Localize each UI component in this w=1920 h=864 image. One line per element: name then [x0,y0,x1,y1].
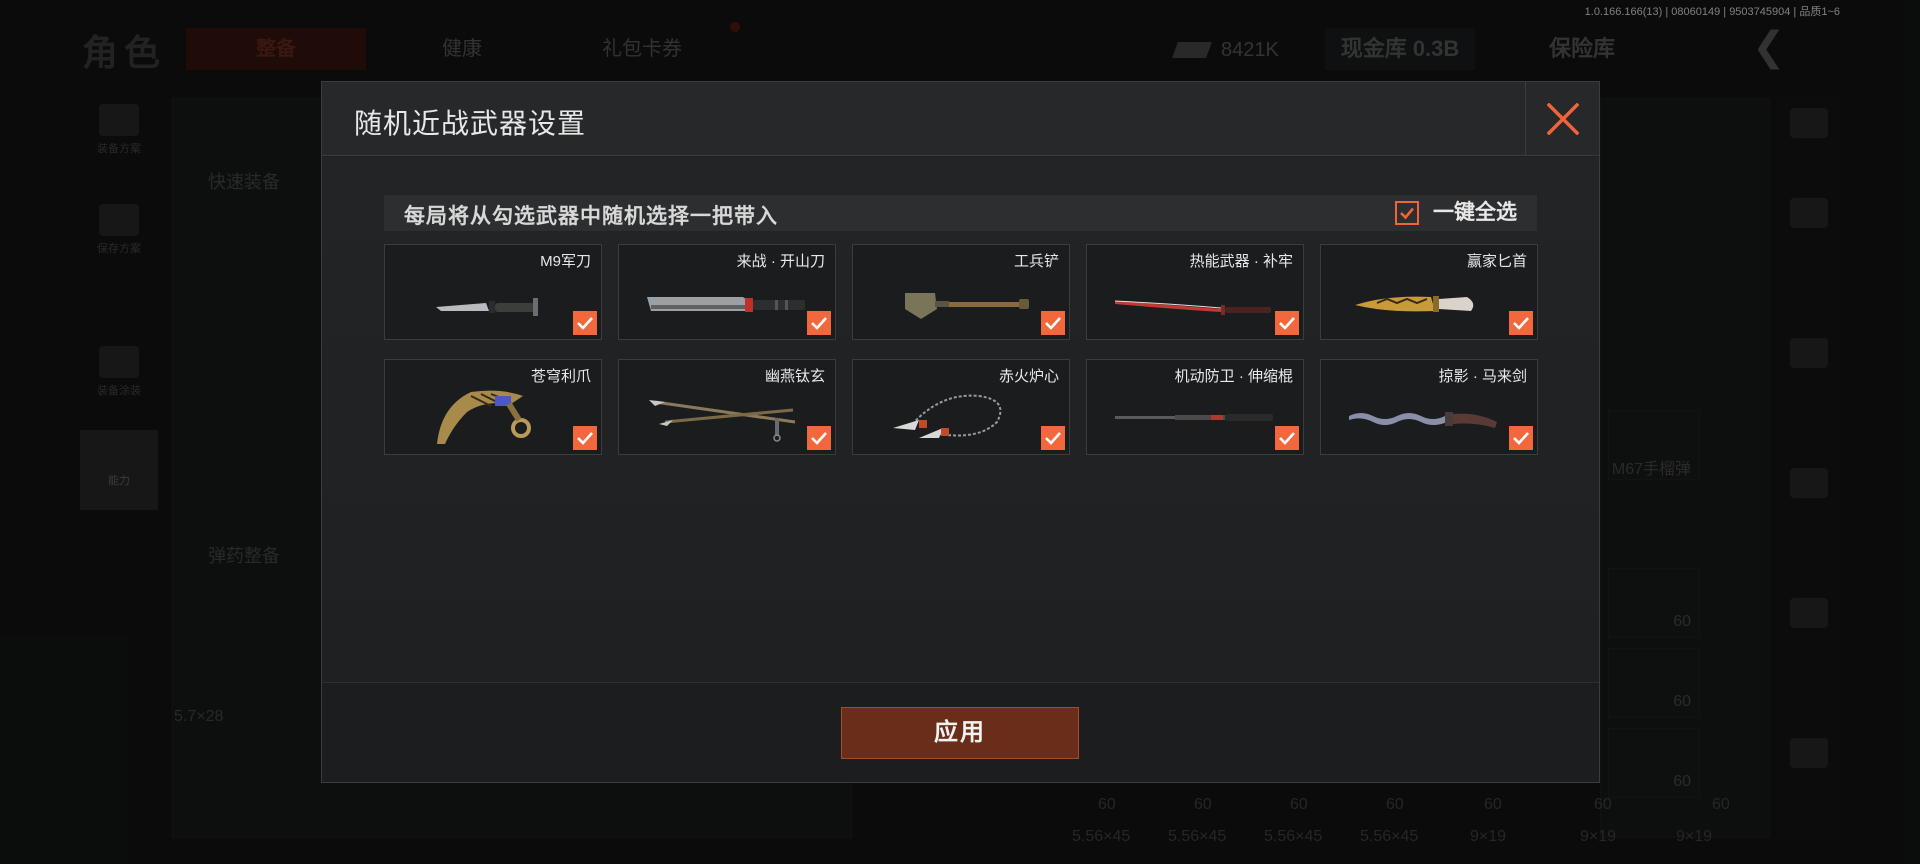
twin-spear-icon [649,400,796,442]
checkmark-icon [1045,317,1061,330]
checkmark-icon [811,317,827,330]
weapon-checkbox[interactable] [1275,426,1299,450]
karambit-icon [437,390,531,444]
weapon-checkbox[interactable] [1509,426,1533,450]
katana-icon [1114,300,1271,315]
weapon-card-fire-core[interactable]: 赤火炉心 [852,359,1070,455]
baton-icon [1115,414,1273,421]
weapon-checkbox[interactable] [1275,311,1299,335]
checkmark-icon [577,432,593,445]
weapon-card-m9[interactable]: M9军刀 [384,244,602,340]
checkmark-icon [1400,207,1414,220]
dialog-header: 随机近战武器设置 [322,82,1599,156]
apply-button[interactable]: 应用 [841,707,1079,759]
random-melee-dialog: 随机近战武器设置 每局将从勾选武器中随机选择一把带入 一键全选 M9军刀 来战 … [321,81,1600,783]
weapon-card-machete[interactable]: 来战 · 开山刀 [618,244,836,340]
weapon-checkbox[interactable] [573,311,597,335]
select-all-label: 一键全选 [1433,201,1517,224]
checkmark-icon [1513,432,1529,445]
weapon-card-shovel[interactable]: 工兵铲 [852,244,1070,340]
bayonet-knife-icon [436,298,538,316]
close-button[interactable] [1525,82,1599,156]
kris-sword-icon [1349,412,1497,428]
checkmark-icon [1279,317,1295,330]
weapon-card-thermal-katana[interactable]: 热能武器 · 补牢 [1086,244,1304,340]
info-bar: 每局将从勾选武器中随机选择一把带入 一键全选 [384,195,1537,231]
weapon-card-winner-dagger[interactable]: 赢家匕首 [1320,244,1538,340]
select-all-checkbox[interactable] [1395,201,1419,225]
checkmark-icon [1279,432,1295,445]
weapon-card-sky-claw[interactable]: 苍穹利爪 [384,359,602,455]
info-text: 每局将从勾选武器中随机选择一把带入 [404,205,778,228]
machete-icon [647,297,805,312]
close-icon [1547,103,1579,135]
weapon-card-baton[interactable]: 机动防卫 · 伸缩棍 [1086,359,1304,455]
weapon-checkbox[interactable] [807,311,831,335]
weapon-checkbox[interactable] [1509,311,1533,335]
checkmark-icon [811,432,827,445]
dialog-title: 随机近战武器设置 [354,108,587,139]
rope-dart-icon [893,394,1002,438]
weapon-checkbox[interactable] [807,426,831,450]
gold-dagger-icon [1355,296,1474,312]
checkmark-icon [1045,432,1061,445]
weapon-checkbox[interactable] [1041,426,1065,450]
weapon-card-kris[interactable]: 掠影 · 马来剑 [1320,359,1538,455]
checkmark-icon [577,317,593,330]
dialog-footer: 应用 [322,682,1599,782]
weapon-card-twin-spear[interactable]: 幽燕钛玄 [618,359,836,455]
shovel-icon [905,293,1029,319]
weapon-checkbox[interactable] [573,426,597,450]
select-all-toggle[interactable]: 一键全选 [1395,200,1517,226]
checkmark-icon [1513,317,1529,330]
weapon-checkbox[interactable] [1041,311,1065,335]
